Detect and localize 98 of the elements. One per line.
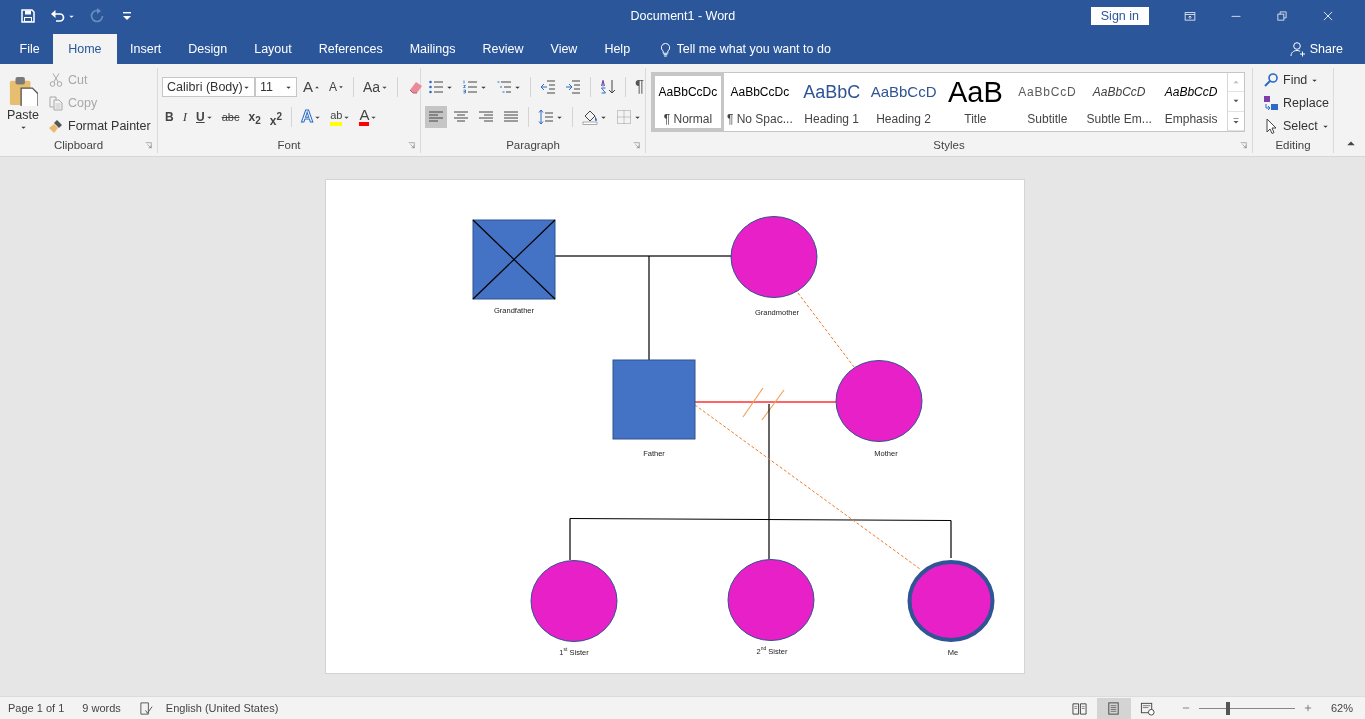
person-add-icon [1289,41,1306,57]
print-layout-button[interactable] [1096,697,1131,719]
paint-bucket-icon [582,109,598,125]
sign-in-button[interactable]: Sign in [1090,7,1149,25]
bulleted-list-icon [428,79,444,95]
zoom-level[interactable]: 62% [1330,702,1353,714]
line-spacing-icon [538,109,554,125]
format-painter-button[interactable]: Format Painter [48,116,151,136]
word-count[interactable]: 9 words [82,702,121,714]
ribbon-tab[interactable]: Home [53,34,117,64]
justify-icon [503,109,519,125]
strikethrough-button[interactable]: abc [218,106,243,128]
multilevel-list-icon [496,79,512,95]
italic-button[interactable]: I [179,106,190,128]
style-item[interactable]: AaBbCcDc ¶ Normal [652,73,724,131]
replace-button[interactable]: Replace [1263,93,1329,113]
share-button[interactable]: Share [1289,34,1343,64]
decrease-indent-icon [540,79,556,95]
grow-font-button[interactable]: A [300,76,323,98]
web-page-icon [1140,700,1156,716]
group-label: Editing [1275,139,1311,151]
group-label: Clipboard [53,139,104,151]
ribbon-tab[interactable]: Help [590,34,644,64]
tell-me-field[interactable]: Tell me what you want to do [676,42,867,56]
style-item[interactable]: AaBbCcD Subtitle [1011,73,1084,131]
scissors-icon [48,72,64,88]
open-book-icon [1072,700,1088,716]
eraser-icon [407,79,424,95]
caret-down-icon [338,84,345,90]
save-icon [20,8,36,24]
search-icon [1263,72,1279,88]
group-label: Styles [933,139,965,151]
align-left-button[interactable] [425,106,447,128]
paste-button[interactable]: Paste [4,70,42,131]
style-item[interactable]: AaBbCcDc ¶ No Spac... [723,73,796,131]
increase-indent-icon [565,79,581,95]
ribbon-tab[interactable]: Design [174,34,241,64]
language-indicator[interactable]: English (United States) [165,702,279,714]
redo-icon [89,8,105,24]
underline-button[interactable]: U [193,106,216,128]
descent-line [950,519,952,559]
borders-icon [616,109,632,125]
show-marks-button[interactable]: ¶ [632,76,648,98]
descent-line [569,517,571,561]
cursor-icon [1263,118,1279,134]
group-label: Font [277,139,301,151]
align-right-icon [478,109,494,125]
undo-button[interactable] [50,8,75,24]
ribbon-tab[interactable]: References [305,34,397,64]
save-button[interactable] [20,8,36,24]
ribbon-tab[interactable]: Review [469,34,537,64]
change-case-button[interactable]: Aa [360,76,392,98]
ribbon-tab[interactable]: File [6,34,54,64]
proofing-icon[interactable] [138,700,154,716]
close-icon [1322,10,1334,22]
undo-icon [50,8,66,24]
ribbon-tab[interactable]: Layout [240,34,306,64]
expand-icon [1231,115,1241,126]
select-button[interactable]: Select [1263,116,1329,136]
paintbrush-icon [48,118,64,134]
dialog-launcher-icon[interactable] [1239,141,1248,150]
superscript-button[interactable]: x$^{2}$ [266,106,285,128]
ribbon-tab[interactable]: Insert [116,34,175,64]
font-color-button[interactable]: A [356,106,381,128]
page-icon [1106,700,1122,716]
clipboard-icon [8,74,38,106]
dialog-launcher-icon[interactable] [632,141,641,150]
subscript-button[interactable]: x$_{2}$ [245,106,264,128]
copy-icon [48,95,64,111]
ribbon-tab[interactable]: View [537,34,591,64]
page-count[interactable]: Page 1 of 1 [8,702,65,714]
dialog-launcher-icon[interactable] [407,141,416,150]
dialog-launcher-icon[interactable] [144,141,153,150]
plus-icon [1302,703,1313,713]
align-center-icon [453,109,469,125]
ribbon-tab[interactable]: Mailings [396,34,469,64]
numbered-list-icon [462,79,478,95]
highlight-button[interactable]: ab [327,106,354,128]
font-name-field[interactable]: Calibri (Body) [162,77,255,97]
align-left-icon [428,109,444,125]
find-button[interactable]: Find [1263,70,1329,90]
style-item[interactable]: AaBbCcD Heading 2 [867,73,940,131]
group-label: Paragraph [506,139,560,151]
style-item[interactable]: AaBbC Heading 1 [795,73,868,131]
shrink-font-button[interactable]: A [326,76,348,98]
slider-thumb[interactable] [1225,701,1230,715]
bold-button[interactable]: B [162,106,177,128]
style-item[interactable]: AaB Title [939,73,1012,131]
caret-up-icon [314,84,320,90]
replace-icon [1263,95,1279,111]
font-size-field[interactable]: 11 [255,77,297,97]
style-item[interactable]: AaBbCcD Subtle Em... [1083,73,1156,131]
sort-icon [600,79,616,95]
caret-icon [19,124,27,131]
window-title: Document1 - Word [629,9,737,23]
restore-icon [1276,10,1288,22]
ribbon-display-icon [1183,10,1197,22]
style-item[interactable]: AaBbCcD Emphasis [1155,73,1227,131]
